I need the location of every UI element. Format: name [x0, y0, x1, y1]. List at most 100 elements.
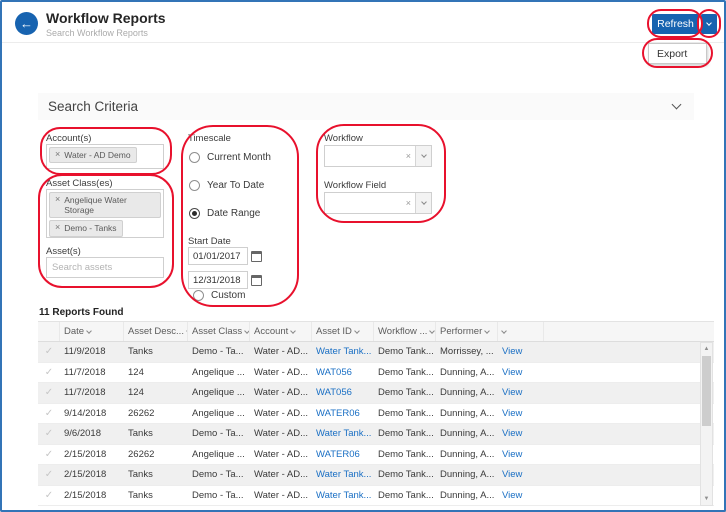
view-link[interactable]: View — [498, 445, 544, 465]
back-button[interactable]: ← — [15, 12, 38, 35]
cell-performer: Dunning, A... — [436, 404, 498, 424]
remove-tag-icon[interactable]: × — [55, 223, 60, 232]
table-row: ✓9/14/201826262Angelique ...Water - AD..… — [38, 404, 714, 425]
cell-asset_id[interactable]: WATER06 — [312, 445, 374, 465]
cell-asset_id[interactable]: Water Tank... — [312, 486, 374, 506]
cell-date: 11/7/2018 — [60, 383, 124, 403]
column-header-asset_class[interactable]: Asset Class — [188, 322, 250, 341]
view-link[interactable]: View — [498, 363, 544, 383]
column-header-date[interactable]: Date — [60, 322, 124, 341]
column-header-select — [38, 322, 60, 341]
cell-account: Water - AD... — [250, 404, 312, 424]
radio-current-month[interactable]: Current Month — [189, 152, 271, 163]
cell-account: Water - AD... — [250, 465, 312, 485]
chevron-down-icon — [706, 20, 712, 26]
workflow-combobox-value — [325, 146, 402, 166]
cell-asset_id[interactable]: Water Tank... — [312, 465, 374, 485]
cell-asset_id[interactable]: WATER06 — [312, 404, 374, 424]
back-arrow-icon: ← — [20, 16, 33, 31]
refresh-dropdown-button[interactable] — [701, 14, 717, 34]
refresh-button[interactable]: Refresh — [652, 14, 699, 34]
remove-tag-icon[interactable]: × — [55, 195, 60, 204]
accounts-label: Account(s) — [46, 133, 91, 144]
clear-icon[interactable]: × — [402, 198, 415, 208]
cell-asset_id[interactable]: WAT056 — [312, 363, 374, 383]
sort-chevron-icon — [484, 328, 490, 334]
column-header-workflow[interactable]: Workflow ... — [374, 322, 436, 341]
cell-workflow: Demo Tank... — [374, 363, 436, 383]
cell-date: 9/14/2018 — [60, 404, 124, 424]
column-header-asset_desc[interactable]: Asset Desc... — [124, 322, 188, 341]
view-link[interactable]: View — [498, 404, 544, 424]
view-link[interactable]: View — [498, 486, 544, 506]
start-date-label: Start Date — [188, 236, 231, 247]
view-link[interactable]: View — [498, 342, 544, 362]
export-menu: Export — [648, 43, 707, 64]
view-link[interactable]: View — [498, 465, 544, 485]
cell-asset_desc: 124 — [124, 383, 188, 403]
radio-custom[interactable]: Custom — [193, 290, 245, 301]
start-date-value[interactable]: 01/01/2017 — [188, 247, 248, 265]
row-check-icon[interactable]: ✓ — [38, 383, 60, 403]
cell-asset_id[interactable]: Water Tank... — [312, 424, 374, 444]
view-link[interactable]: View — [498, 383, 544, 403]
cell-account: Water - AD... — [250, 342, 312, 362]
column-header-view[interactable] — [498, 322, 544, 341]
cell-asset_desc: Tanks — [124, 486, 188, 506]
column-header-asset_id[interactable]: Asset ID — [312, 322, 374, 341]
scroll-down-icon[interactable]: ▼ — [701, 493, 712, 505]
table-body: ✓11/9/2018TanksDemo - Ta...Water - AD...… — [38, 342, 714, 506]
calendar-icon[interactable] — [251, 251, 262, 262]
row-check-icon[interactable]: ✓ — [38, 424, 60, 444]
cell-asset_class: Demo - Ta... — [188, 424, 250, 444]
workflow-label: Workflow — [324, 133, 363, 144]
assets-search-input[interactable] — [46, 257, 164, 278]
row-check-icon[interactable]: ✓ — [38, 404, 60, 424]
view-link[interactable]: View — [498, 424, 544, 444]
asset-class-tag[interactable]: × Demo - Tanks — [49, 220, 123, 236]
cell-account: Water - AD... — [250, 486, 312, 506]
page-title: Workflow Reports — [46, 10, 166, 26]
cell-asset_id[interactable]: WAT056 — [312, 383, 374, 403]
calendar-icon[interactable] — [251, 275, 262, 286]
sort-chevron-icon — [354, 328, 360, 334]
end-date-field[interactable]: 12/31/2018 — [188, 271, 262, 289]
remove-tag-icon[interactable]: × — [55, 150, 60, 159]
workflow-reports-window: ← Workflow Reports Search Workflow Repor… — [0, 0, 726, 512]
radio-icon — [193, 290, 204, 301]
asset-class-tag[interactable]: × Angelique Water Storage — [49, 192, 161, 218]
radio-date-range[interactable]: Date Range — [189, 208, 260, 219]
start-date-field[interactable]: 01/01/2017 — [188, 247, 262, 265]
timescale-label: Timescale — [188, 133, 231, 144]
workflow-combobox[interactable]: × — [324, 145, 432, 167]
workflow-field-combobox[interactable]: × — [324, 192, 432, 214]
export-menu-item[interactable]: Export — [649, 48, 706, 60]
cell-asset_desc: 26262 — [124, 445, 188, 465]
row-check-icon[interactable]: ✓ — [38, 363, 60, 383]
chevron-down-icon — [421, 152, 427, 158]
cell-workflow: Demo Tank... — [374, 465, 436, 485]
row-check-icon[interactable]: ✓ — [38, 465, 60, 485]
clear-icon[interactable]: × — [402, 151, 415, 161]
cell-asset_id[interactable]: Water Tank... — [312, 342, 374, 362]
row-check-icon[interactable]: ✓ — [38, 342, 60, 362]
combo-dropdown-button[interactable] — [415, 146, 431, 166]
column-header-performer[interactable]: Performer — [436, 322, 498, 341]
cell-performer: Dunning, A... — [436, 445, 498, 465]
end-date-value[interactable]: 12/31/2018 — [188, 271, 248, 289]
column-header-account[interactable]: Account — [250, 322, 312, 341]
radio-year-to-date[interactable]: Year To Date — [189, 180, 264, 191]
cell-workflow: Demo Tank... — [374, 445, 436, 465]
asset-classes-input[interactable]: × Angelique Water Storage × Demo - Tanks — [46, 189, 164, 238]
account-tag[interactable]: × Water - AD Demo — [49, 147, 137, 163]
cell-asset_class: Angelique ... — [188, 383, 250, 403]
row-check-icon[interactable]: ✓ — [38, 486, 60, 506]
row-check-icon[interactable]: ✓ — [38, 445, 60, 465]
table-scrollbar[interactable]: ▲ ▼ — [700, 342, 713, 506]
combo-dropdown-button[interactable] — [415, 193, 431, 213]
scrollbar-thumb[interactable] — [702, 356, 711, 426]
collapse-chevron-icon[interactable] — [672, 100, 682, 110]
scroll-up-icon[interactable]: ▲ — [701, 343, 712, 355]
cell-date: 11/7/2018 — [60, 363, 124, 383]
accounts-input[interactable]: × Water - AD Demo — [46, 144, 164, 169]
